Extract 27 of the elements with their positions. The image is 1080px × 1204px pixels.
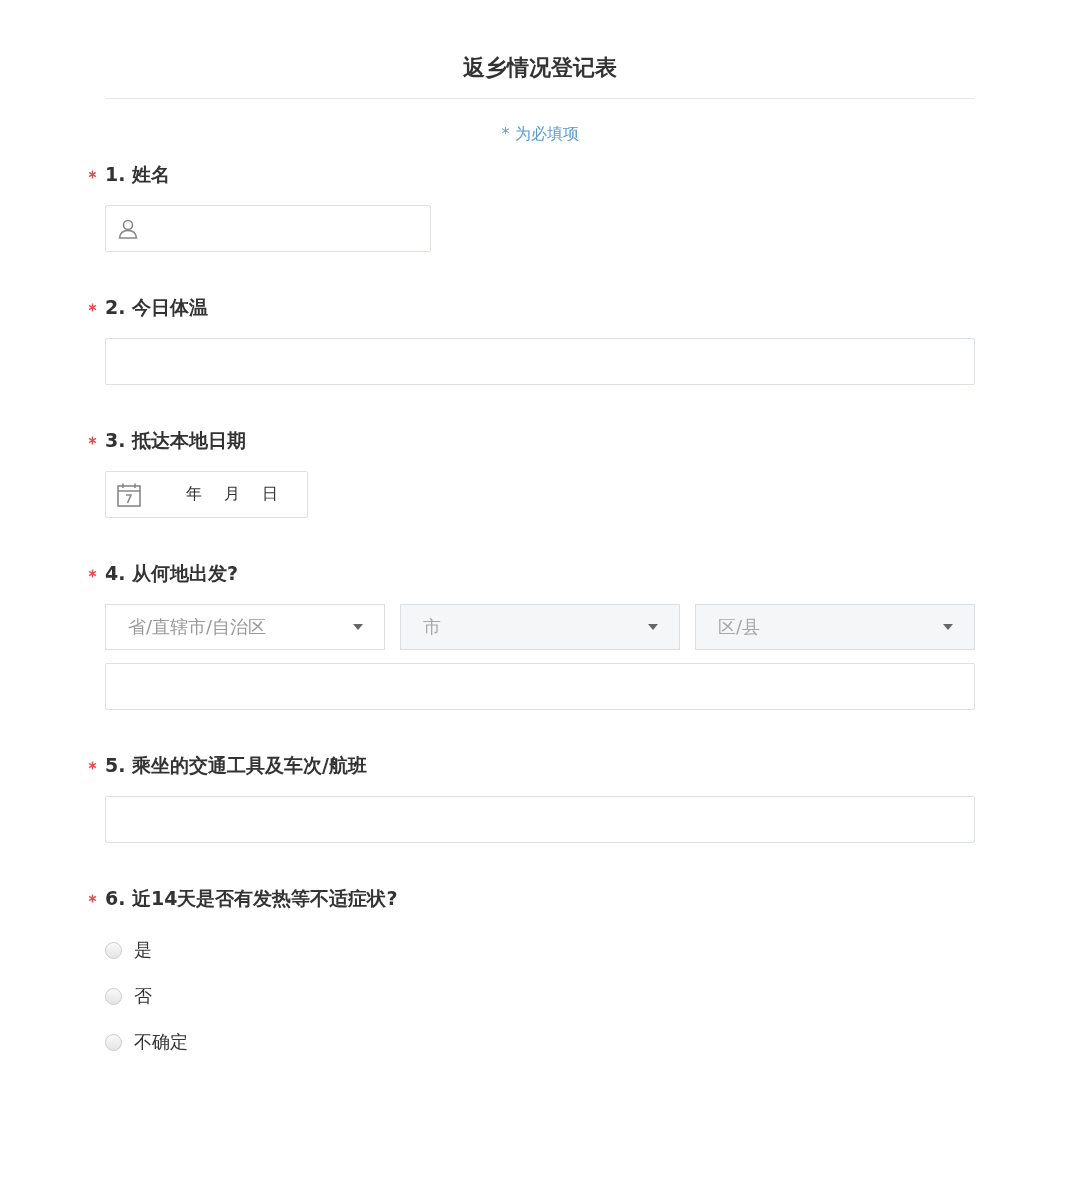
- required-note: * 为必填项: [500, 123, 580, 145]
- question-label: 5. 乘坐的交通工具及车次/航班: [105, 753, 367, 778]
- date-unit: 日: [262, 484, 278, 505]
- radio-button[interactable]: [105, 1033, 122, 1051]
- address-field[interactable]: [105, 663, 975, 710]
- caret-icon: [352, 623, 364, 631]
- question-label: 4. 从何地出发?: [105, 561, 239, 586]
- calendar-icon: [116, 481, 142, 508]
- caret-icon: [647, 623, 659, 631]
- question-label: 1. 姓名: [105, 162, 171, 187]
- question-label: 3. 抵达本地日期: [105, 428, 247, 453]
- question-label: 2. 今日体温: [105, 295, 209, 320]
- date-unit: 年: [186, 484, 202, 505]
- question-label: 6. 近14天是否有发热等不适症状?: [105, 886, 398, 911]
- form-title: 返乡情况登记表: [462, 54, 618, 82]
- option-label: 否: [134, 984, 152, 1008]
- option-label: 不确定: [134, 1030, 188, 1054]
- option-label: 是: [134, 938, 152, 962]
- text-field[interactable]: [105, 338, 975, 385]
- radio-button[interactable]: [105, 987, 122, 1005]
- radio-button[interactable]: [105, 941, 122, 959]
- date-unit: 月: [224, 484, 240, 505]
- caret-icon: [942, 623, 954, 631]
- name-field[interactable]: [105, 205, 431, 252]
- region-select[interactable]: 省/直辖市/自治区: [105, 604, 385, 650]
- text-field[interactable]: [105, 796, 975, 843]
- date-field[interactable]: 年 月 日: [105, 471, 308, 518]
